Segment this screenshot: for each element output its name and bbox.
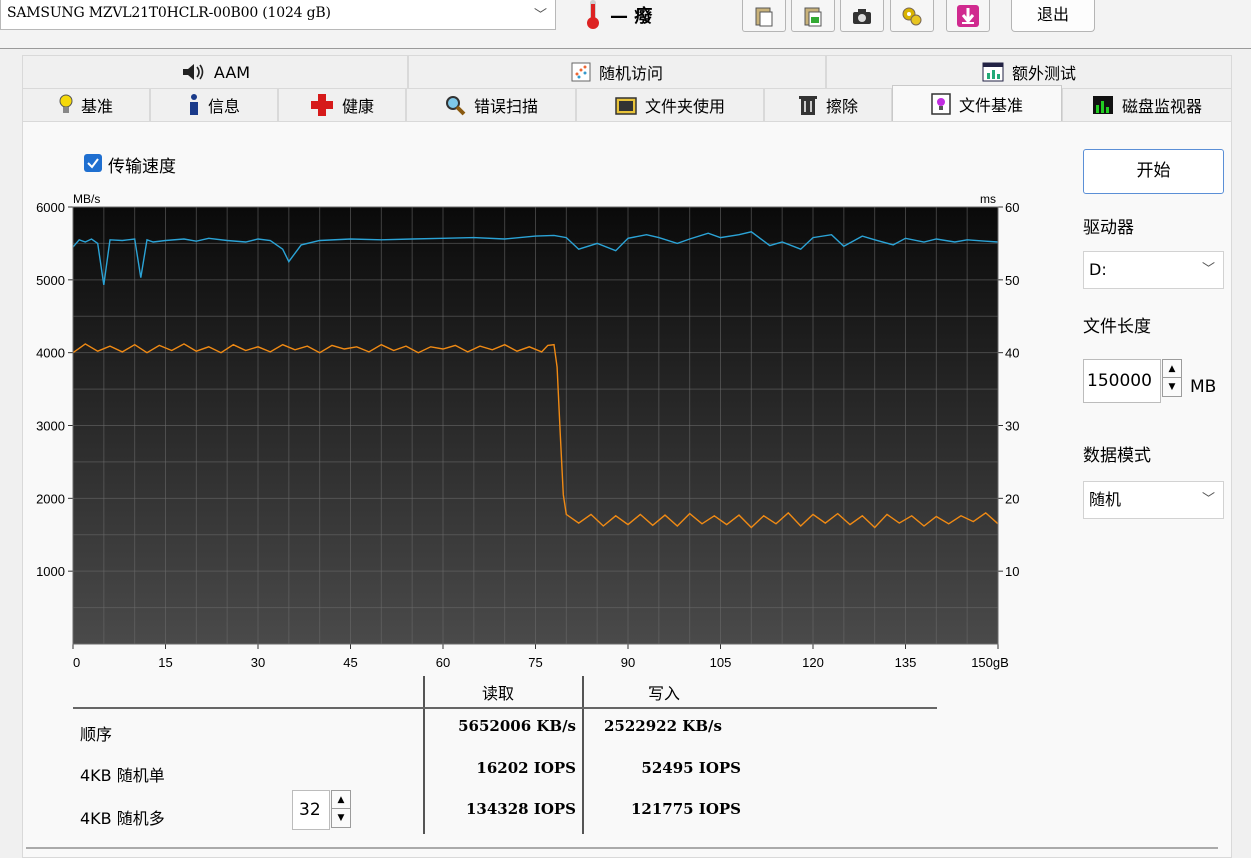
stepper-up-icon[interactable]: ▲ (332, 791, 350, 809)
4kb-single-write-value: 52495 IOPS (641, 759, 741, 777)
file-bulb-icon (931, 92, 951, 115)
seq-read-value: 5652006 KB/s (458, 717, 576, 735)
row-label-4kb-single: 4KB 随机单 (80, 766, 165, 785)
row-label-4kb-multi: 4KB 随机多 (80, 809, 165, 828)
header-write: 写入 (648, 684, 681, 703)
stepper-down-icon[interactable]: ▼ (332, 809, 350, 827)
tab-label: 文件基准 (958, 95, 1023, 115)
tab-file-benchmark[interactable]: 文件基准 (892, 85, 1062, 121)
header-read: 读取 (482, 684, 515, 703)
queue-depth-input[interactable]: 32 (292, 790, 330, 830)
4kb-single-read-value: 16202 IOPS (476, 759, 576, 777)
row-label-sequential: 顺序 (80, 725, 113, 744)
queue-depth-stepper[interactable]: ▲ ▼ (331, 790, 351, 828)
4kb-multi-read-value: 134328 IOPS (465, 800, 576, 818)
4kb-multi-write-value: 121775 IOPS (630, 800, 741, 818)
seq-write-value: 2522922 KB/s (604, 717, 722, 735)
